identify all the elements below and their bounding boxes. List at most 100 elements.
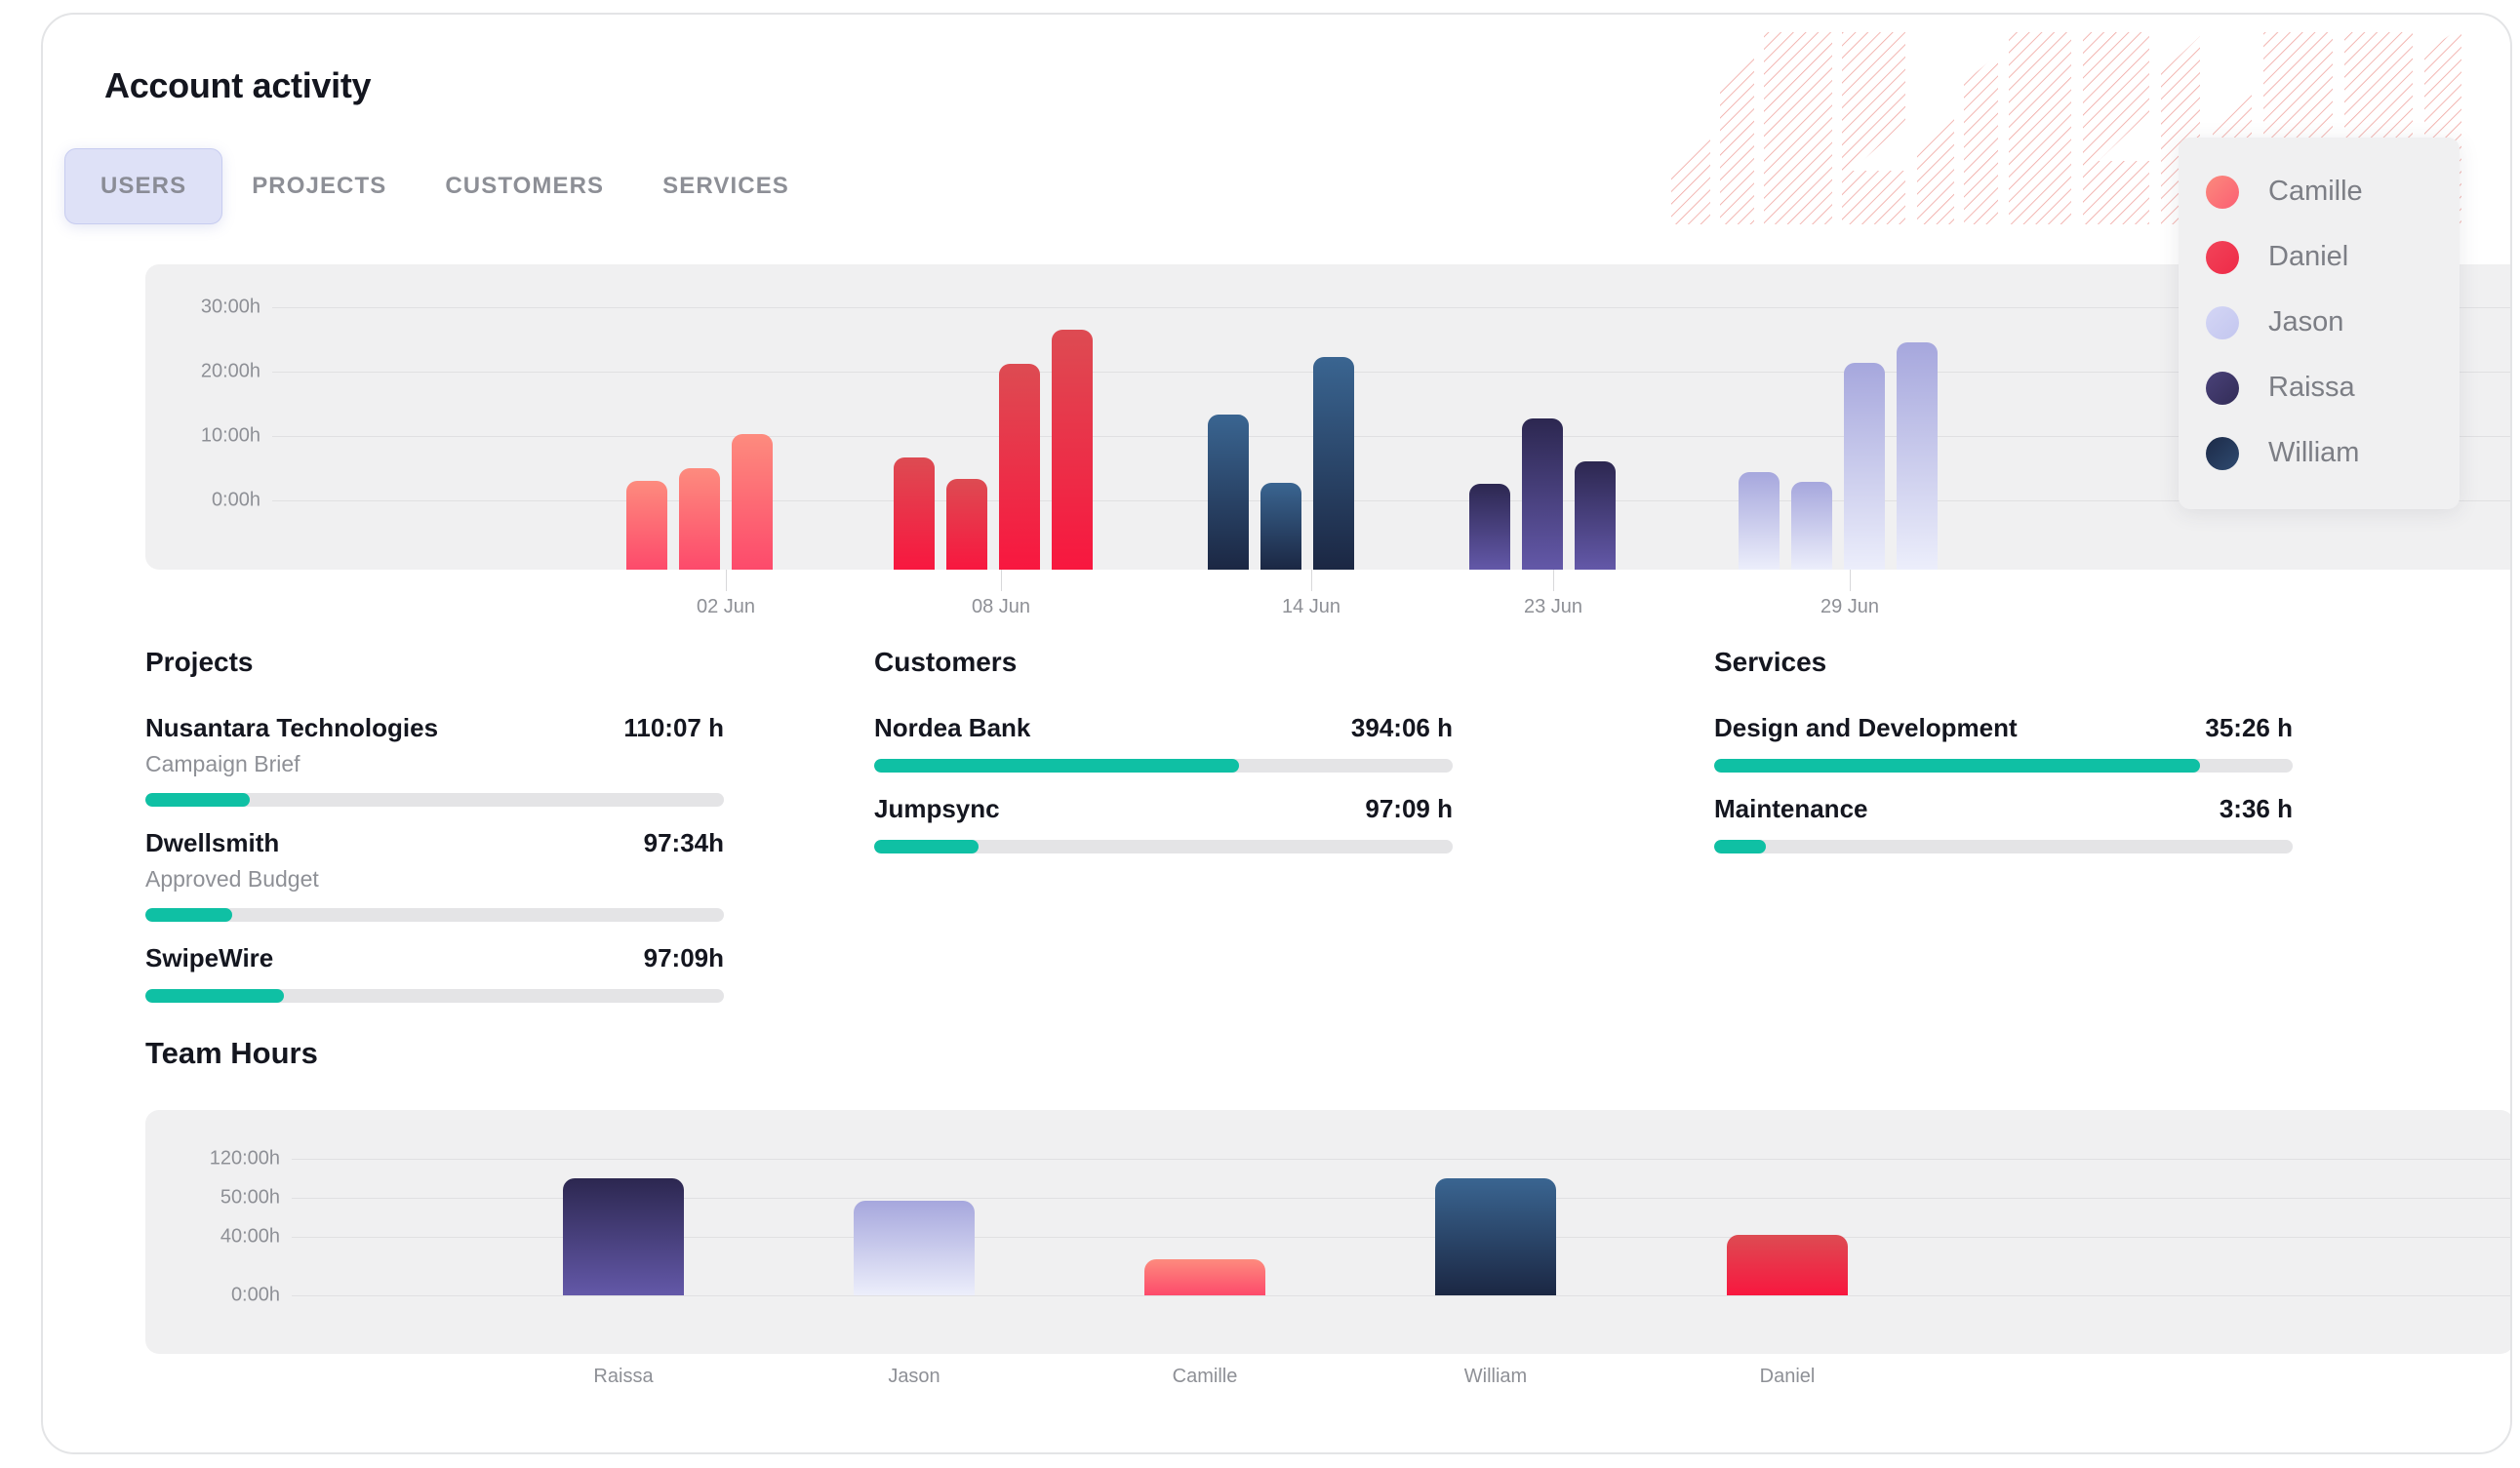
services-section: Services Design and Development 35:26 h Ma… [1714,647,2293,875]
progress-fill [874,759,1239,773]
x-axis-tick [1311,570,1312,591]
chart-bar[interactable] [1052,330,1093,570]
legend-dot-icon [2206,436,2239,470]
chart-bar[interactable] [626,481,667,570]
chart-bar[interactable] [732,434,773,570]
legend-label: William [2268,437,2360,468]
progress-fill [1714,759,2201,773]
chart-legend: Camille Daniel Jason Raissa William [2179,138,2460,509]
stat-row-value: 97:09h [643,943,724,972]
stat-row-name: Nusantara Technologies [145,713,439,742]
y-axis-tick-label: 0:00h [230,1284,280,1306]
stat-row[interactable]: Nordea Bank 394:06 h [874,713,1453,773]
tab-projects[interactable]: PROJECTS [222,148,416,224]
stat-row[interactable]: Maintenance 3:36 h [1714,794,2293,853]
stat-row-value: 35:26 h [2205,713,2293,742]
x-axis-tick [1850,570,1851,591]
tab-users[interactable]: USERS [64,148,223,224]
stat-row-subtitle: Campaign Brief [145,751,300,776]
chart-bar[interactable] [1208,414,1249,570]
stat-row-header: Nordea Bank 394:06 h [874,713,1453,743]
gridline [272,500,2510,501]
stat-row-name: Jumpsync [874,794,1000,823]
team-chart-bar[interactable] [854,1201,975,1295]
chart-bar[interactable] [946,479,987,570]
progress-track [874,840,1453,853]
tab-customers[interactable]: CUSTOMERS [416,148,633,224]
chart-bar[interactable] [1897,342,1938,570]
progress-fill [1714,840,1767,853]
legend-dot-icon [2206,175,2239,209]
tab-services[interactable]: SERVICES [633,148,819,224]
projects-section: Projects Nusantara Technologies 110:07 h C… [145,647,724,1024]
team-chart-bar[interactable] [1435,1178,1556,1295]
stat-row-header: Design and Development 35:26 h [1714,713,2293,743]
stat-row-header: Maintenance 3:36 h [1714,794,2293,824]
progress-track [145,908,724,922]
chart-bar[interactable] [999,364,1040,570]
stat-row-subtitle: Approved Budget [145,866,319,892]
team-chart-bar[interactable] [563,1178,684,1295]
progress-track [145,989,724,1003]
x-axis-tick [1001,570,1002,591]
legend-item-jason[interactable]: Jason [2179,290,2460,355]
legend-item-camille[interactable]: Camille [2179,159,2460,224]
y-axis-tick-label: 30:00h [200,296,260,318]
gridline [272,436,2510,437]
customers-section: Customers Nordea Bank 394:06 h Jumpsync 97:… [874,647,1453,875]
gridline [272,307,2510,308]
legend-label: Raissa [2268,372,2355,403]
stat-row-name: SwipeWire [145,943,274,972]
legend-dot-icon [2206,240,2239,274]
stat-row[interactable]: Design and Development 35:26 h [1714,713,2293,773]
stat-row[interactable]: Dwellsmith 97:34h Approved Budget [145,828,724,922]
chart-bar[interactable] [1575,460,1616,570]
account-activity-card: Account activity USERS PROJECTS CUSTOMER… [41,13,2512,1454]
legend-label: Daniel [2268,241,2349,272]
x-axis-tick [726,570,727,591]
chart-bar[interactable] [1522,417,1563,570]
account-activity-chart: 30:00h 20:00h 10:00h 0:00h 02 Jun 08 Jun 14 J… [145,264,2510,617]
page-title: Account activity [104,65,372,105]
chart-bar[interactable] [1469,483,1510,570]
legend-label: Jason [2268,306,2344,337]
team-hours-title: Team Hours [145,1036,318,1070]
gridline [292,1295,2510,1296]
y-axis-tick-label: 40:00h [220,1225,280,1248]
chart-bar[interactable] [1313,356,1354,570]
stat-row-name: Dwellsmith [145,828,280,857]
x-axis-tick-label: 29 Jun [1820,596,1880,617]
legend-item-daniel[interactable]: Daniel [2179,224,2460,290]
chart-bar[interactable] [894,456,935,570]
progress-fill [145,908,232,922]
section-title: Customers [874,647,1018,677]
chart-bar[interactable] [1844,363,1885,570]
tab-bar: USERS PROJECTS CUSTOMERS SERVICES [64,148,819,224]
stat-row-value: 97:34h [643,828,724,857]
chart-bar[interactable] [1791,481,1832,570]
stat-row-name: Design and Development [1714,713,2018,742]
team-chart-x-label: William [1463,1366,1528,1387]
stat-row[interactable]: Nusantara Technologies 110:07 h Campaign B… [145,713,724,807]
legend-item-william[interactable]: William [2179,420,2460,486]
progress-track [874,759,1453,773]
y-axis-tick-label: 10:00h [200,424,260,447]
stat-row-header: SwipeWire 97:09h [145,943,724,973]
team-chart-bar[interactable] [1144,1259,1265,1295]
progress-track [1714,840,2293,853]
progress-fill [145,989,285,1003]
stat-row[interactable]: Jumpsync 97:09 h [874,794,1453,853]
y-axis-tick-label: 0:00h [211,489,260,511]
team-chart-bar[interactable] [1727,1235,1848,1295]
x-axis-tick [1553,570,1554,591]
chart-bar[interactable] [679,468,720,570]
team-hours-chart: 120:00h 50:00h 40:00h 0:00h Raissa Jason Cami… [145,1110,2510,1387]
chart-bar[interactable] [1739,471,1780,570]
chart-bar[interactable] [1260,482,1301,570]
legend-label: Camille [2268,176,2363,207]
legend-dot-icon [2206,371,2239,405]
y-axis-tick-label: 50:00h [220,1186,280,1209]
legend-item-raissa[interactable]: Raissa [2179,355,2460,420]
stat-row[interactable]: SwipeWire 97:09h [145,943,724,1003]
gridline [272,372,2510,373]
